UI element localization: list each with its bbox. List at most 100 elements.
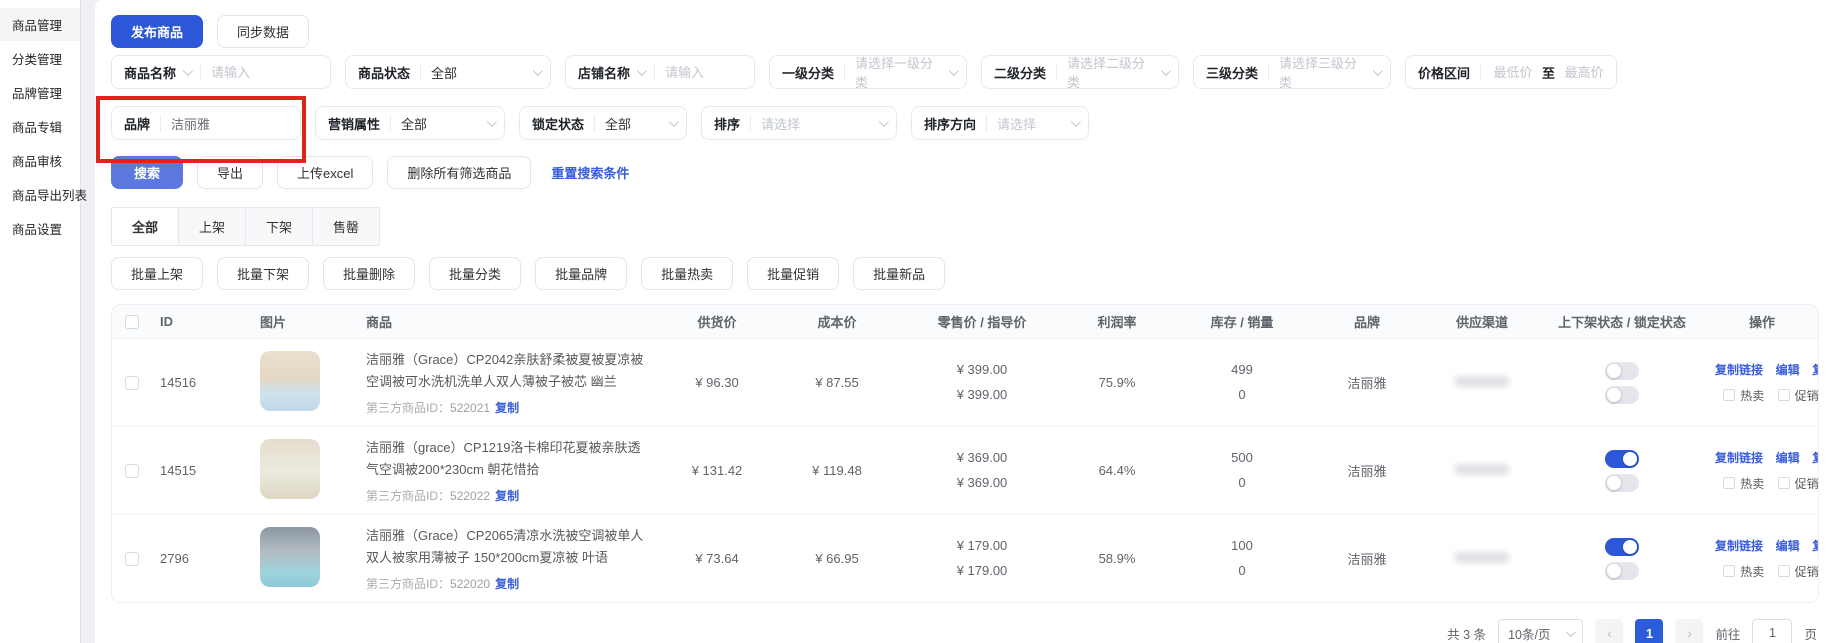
hot-sale-checkbox[interactable] <box>1723 565 1735 577</box>
tab-off-shelf[interactable]: 下架 <box>246 208 313 245</box>
sync-data-button[interactable]: 同步数据 <box>217 15 309 48</box>
select-all-checkbox[interactable] <box>125 315 139 329</box>
category1-select[interactable]: 请选择一级分类 <box>845 56 966 88</box>
row-checkbox[interactable] <box>125 464 139 478</box>
promotion-checkbox[interactable] <box>1778 477 1790 489</box>
page-number-button[interactable]: 1 <box>1635 619 1663 643</box>
product-status-label: 商品状态 <box>358 63 410 82</box>
product-title[interactable]: 洁丽雅（Grace）CP2065清凉水洗被空调被单人双人被家用薄被子 150*2… <box>366 525 651 568</box>
total-count: 共 3 条 <box>1447 624 1486 643</box>
reset-search-link[interactable]: 重置搜索条件 <box>551 163 629 182</box>
category3-select[interactable]: 请选择三级分类 <box>1269 56 1390 88</box>
sidebar-item-product-management[interactable]: 商品管理 <box>0 8 80 41</box>
main-panel: 发布商品 同步数据 商品名称 商品状态 全部 店铺名称 <box>95 0 1835 643</box>
listing-toggle[interactable] <box>1605 450 1639 468</box>
batch-hot-sale-button[interactable]: 批量热卖 <box>641 257 733 290</box>
product-name-field-select[interactable]: 商品名称 <box>112 63 200 82</box>
lock-status-select[interactable]: 全部 <box>595 107 686 139</box>
brand-input[interactable] <box>171 116 290 131</box>
copy-id-link[interactable]: 复制 <box>495 489 519 503</box>
stock-sales: 499 0 <box>1172 358 1312 407</box>
goto-page-input[interactable] <box>1752 619 1792 643</box>
product-image[interactable] <box>260 439 320 499</box>
copy-action[interactable]: 复制 <box>1812 363 1819 377</box>
profit-rate: 64.4% <box>1062 463 1172 478</box>
page-size-select[interactable]: 10条/页 <box>1498 619 1583 643</box>
marketing-select[interactable]: 全部 <box>391 107 504 139</box>
promotion-label: 促销 <box>1795 387 1819 404</box>
copy-link-action[interactable]: 复制链接 <box>1715 451 1763 465</box>
filter-category2: 二级分类 请选择二级分类 <box>981 55 1179 89</box>
col-header-status: 上下架状态 / 锁定状态 <box>1542 312 1702 331</box>
copy-action[interactable]: 复制 <box>1812 451 1819 465</box>
tab-all[interactable]: 全部 <box>112 208 179 245</box>
sales-value: 0 <box>1176 383 1308 408</box>
sidebar-item-brand-management[interactable]: 品牌管理 <box>0 76 80 109</box>
batch-off-shelf-button[interactable]: 批量下架 <box>217 257 309 290</box>
copy-id-link[interactable]: 复制 <box>495 401 519 415</box>
prev-page-button[interactable]: ‹ <box>1595 619 1623 643</box>
lock-status-label: 锁定状态 <box>532 114 584 133</box>
lock-toggle[interactable] <box>1605 474 1639 492</box>
batch-delete-button[interactable]: 批量删除 <box>323 257 415 290</box>
sidebar-item-category-management[interactable]: 分类管理 <box>0 42 80 75</box>
copy-link-action[interactable]: 复制链接 <box>1715 363 1763 377</box>
product-image[interactable] <box>260 351 320 411</box>
upload-excel-button[interactable]: 上传excel <box>277 156 373 189</box>
batch-brand-button[interactable]: 批量品牌 <box>535 257 627 290</box>
hot-sale-checkbox[interactable] <box>1723 477 1735 489</box>
filter-marketing: 营销属性 全部 <box>315 106 505 140</box>
promotion-checkbox[interactable] <box>1778 565 1790 577</box>
sidebar-item-product-settings[interactable]: 商品设置 <box>0 212 80 245</box>
shop-name-input[interactable] <box>665 65 744 80</box>
listing-toggle[interactable] <box>1605 538 1639 556</box>
batch-new-product-button[interactable]: 批量新品 <box>853 257 945 290</box>
batch-promotion-button[interactable]: 批量促销 <box>747 257 839 290</box>
sidebar-item-product-export-list[interactable]: 商品导出列表 <box>0 178 80 211</box>
delete-filtered-button[interactable]: 删除所有筛选商品 <box>387 156 531 189</box>
price-max-input[interactable] <box>1562 65 1606 80</box>
row-checkbox[interactable] <box>125 552 139 566</box>
product-title[interactable]: 洁丽雅（grace）CP1219洛卡棉印花夏被亲肤透气空调被200*230cm … <box>366 437 651 480</box>
batch-on-shelf-button[interactable]: 批量上架 <box>111 257 203 290</box>
sidebar-item-product-review[interactable]: 商品审核 <box>0 144 80 177</box>
copy-link-action[interactable]: 复制链接 <box>1715 539 1763 553</box>
tab-sold-out[interactable]: 售罄 <box>313 208 379 245</box>
sort-direction-select[interactable]: 请选择 <box>987 107 1088 139</box>
col-header-supply-price: 供货价 <box>662 312 772 331</box>
export-button[interactable]: 导出 <box>197 156 263 189</box>
edit-action[interactable]: 编辑 <box>1776 451 1800 465</box>
price-min-input[interactable] <box>1491 65 1535 80</box>
copy-id-link[interactable]: 复制 <box>495 577 519 591</box>
product-title[interactable]: 洁丽雅（Grace）CP2042亲肤舒柔被夏被夏凉被空调被可水洗机洗单人双人薄被… <box>366 349 651 392</box>
category2-select[interactable]: 请选择二级分类 <box>1057 56 1178 88</box>
batch-category-button[interactable]: 批量分类 <box>429 257 521 290</box>
brand-value: 洁丽雅 <box>1312 461 1422 480</box>
edit-action[interactable]: 编辑 <box>1776 363 1800 377</box>
shop-name-field-select[interactable]: 店铺名称 <box>566 63 654 82</box>
promotion-checkbox[interactable] <box>1778 389 1790 401</box>
category3-placeholder: 请选择三级分类 <box>1279 53 1365 91</box>
chevron-down-icon <box>879 117 889 127</box>
product-image[interactable] <box>260 527 320 587</box>
sidebar-item-product-album[interactable]: 商品专辑 <box>0 110 80 143</box>
filter-lock-status: 锁定状态 全部 <box>519 106 687 140</box>
hot-sale-checkbox[interactable] <box>1723 389 1735 401</box>
publish-product-button[interactable]: 发布商品 <box>111 15 203 48</box>
tab-on-shelf[interactable]: 上架 <box>179 208 246 245</box>
product-status-select[interactable]: 全部 <box>421 56 550 88</box>
next-page-button[interactable]: › <box>1675 619 1703 643</box>
row-checkbox[interactable] <box>125 376 139 390</box>
listing-toggle[interactable] <box>1605 362 1639 380</box>
brand-value: 洁丽雅 <box>1312 549 1422 568</box>
filter-row-1: 商品名称 商品状态 全部 店铺名称 <box>111 55 1819 89</box>
sort-select[interactable]: 请选择 <box>751 107 896 139</box>
stock-value: 500 <box>1176 446 1308 471</box>
copy-action[interactable]: 复制 <box>1812 539 1819 553</box>
edit-action[interactable]: 编辑 <box>1776 539 1800 553</box>
promotion-label: 促销 <box>1795 563 1819 580</box>
search-button[interactable]: 搜索 <box>111 156 183 189</box>
lock-toggle[interactable] <box>1605 562 1639 580</box>
product-name-input[interactable] <box>211 65 320 80</box>
lock-toggle[interactable] <box>1605 386 1639 404</box>
